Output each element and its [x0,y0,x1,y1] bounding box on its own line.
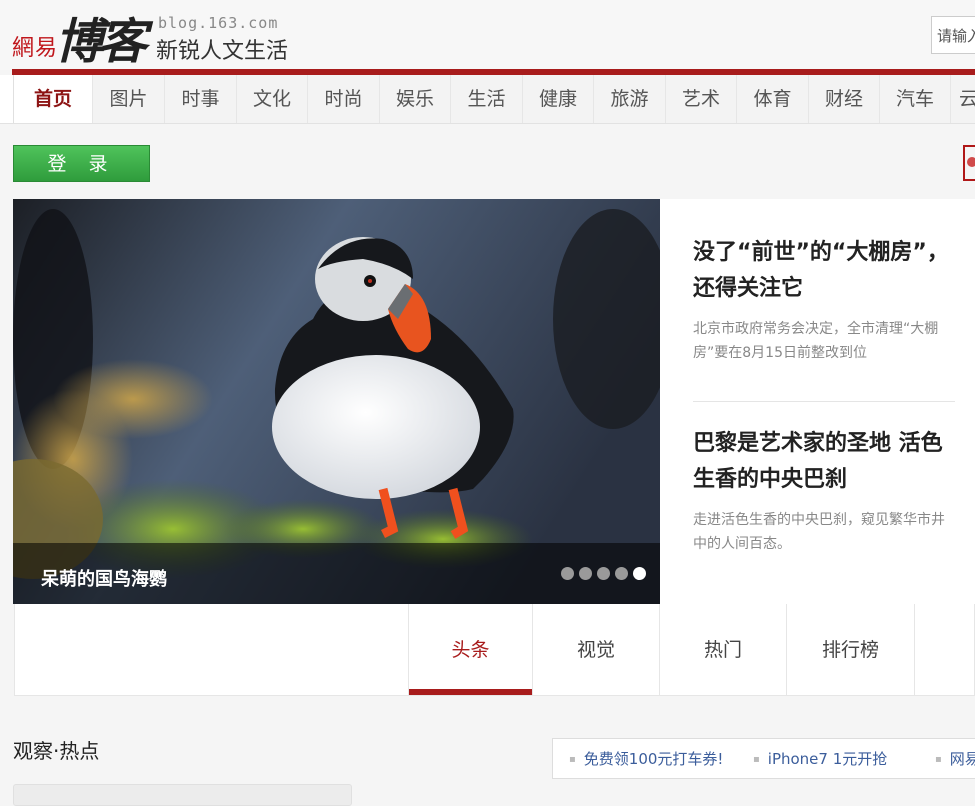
news-desc-1: 北京市政府常务会决定，全市清理“大棚房”要在8月15日前整改到位 [693,321,939,361]
section-content-box [13,784,352,806]
nav-item-travel[interactable]: 旅游 [594,75,666,123]
tab-hot[interactable]: 热门 [659,604,786,695]
main-nav: 首页 图片 时事 文化 时尚 娱乐 生活 健康 旅游 艺术 体育 财经 汽车 云 [0,75,975,124]
news-desc-2: 走进活色生香的中央巴刹，窥见繁华市井中的人间百态。 [693,512,945,552]
tab-visual[interactable]: 视觉 [532,604,659,695]
promo-bar: 免费领100元打车券! iPhone7 1元开抢 网易 [552,738,975,779]
nav-item-health[interactable]: 健康 [523,75,594,123]
content-tabs: 头条 视觉 热门 排行榜 [14,604,975,696]
corner-badge-icon[interactable] [963,145,975,181]
nav-item-cloud[interactable]: 云 [951,75,975,123]
netease-logo[interactable]: 網易 [12,30,58,62]
section-title: 观察·热点 [13,739,100,763]
side-news-panel: 没了“前世”的“大棚房”，还得关注它 北京市政府常务会决定，全市清理“大棚房”要… [660,199,975,604]
nav-item-sports[interactable]: 体育 [737,75,809,123]
nav-item-entertainment[interactable]: 娱乐 [380,75,451,123]
search-input[interactable]: 请输入 [931,16,975,54]
slider-dot-5[interactable] [633,567,646,580]
nav-item-pictures[interactable]: 图片 [93,75,165,123]
nav-item-finance[interactable]: 财经 [809,75,880,123]
slider-pagination [561,565,651,584]
nav-item-culture[interactable]: 文化 [237,75,308,123]
photo-slider[interactable]: 呆萌的国鸟海鹦 [13,199,660,604]
site-url: blog.163.com [158,14,279,32]
login-button[interactable]: 登 录 [13,145,150,182]
site-slogan: 新锐人文生活 [156,39,289,64]
promo-link-3[interactable]: 网易 [935,739,975,778]
slider-dot-1[interactable] [561,567,574,580]
nav-item-auto[interactable]: 汽车 [880,75,951,123]
tab-headlines[interactable]: 头条 [408,604,532,695]
slider-dot-3[interactable] [597,567,610,580]
blog-logo[interactable]: 博客 [55,2,147,72]
tab-ranking[interactable]: 排行榜 [786,604,914,695]
nav-item-current-affairs[interactable]: 时事 [165,75,237,123]
site-header: 網易 博客 blog.163.com 新锐人文生活 请输入 [0,0,975,70]
nav-item-art[interactable]: 艺术 [666,75,737,123]
promo-link-1[interactable]: 免费领100元打车券! [569,739,724,778]
news-divider [693,401,955,402]
promo-link-2[interactable]: iPhone7 1元开抢 [753,739,888,778]
slider-dot-4[interactable] [615,567,628,580]
nav-item-life[interactable]: 生活 [451,75,523,123]
nav-item-fashion[interactable]: 时尚 [308,75,380,123]
slider-caption[interactable]: 呆萌的国鸟海鹦 [41,565,167,591]
tab-more[interactable] [914,604,975,695]
nav-item-home[interactable]: 首页 [13,75,93,123]
news-title-2[interactable]: 巴黎是艺术家的圣地 活色生香的中央巴刹 [693,426,953,498]
news-title-1[interactable]: 没了“前世”的“大棚房”，还得关注它 [693,235,953,307]
slider-caption-bar: 呆萌的国鸟海鹦 [13,543,660,604]
slider-dot-2[interactable] [579,567,592,580]
